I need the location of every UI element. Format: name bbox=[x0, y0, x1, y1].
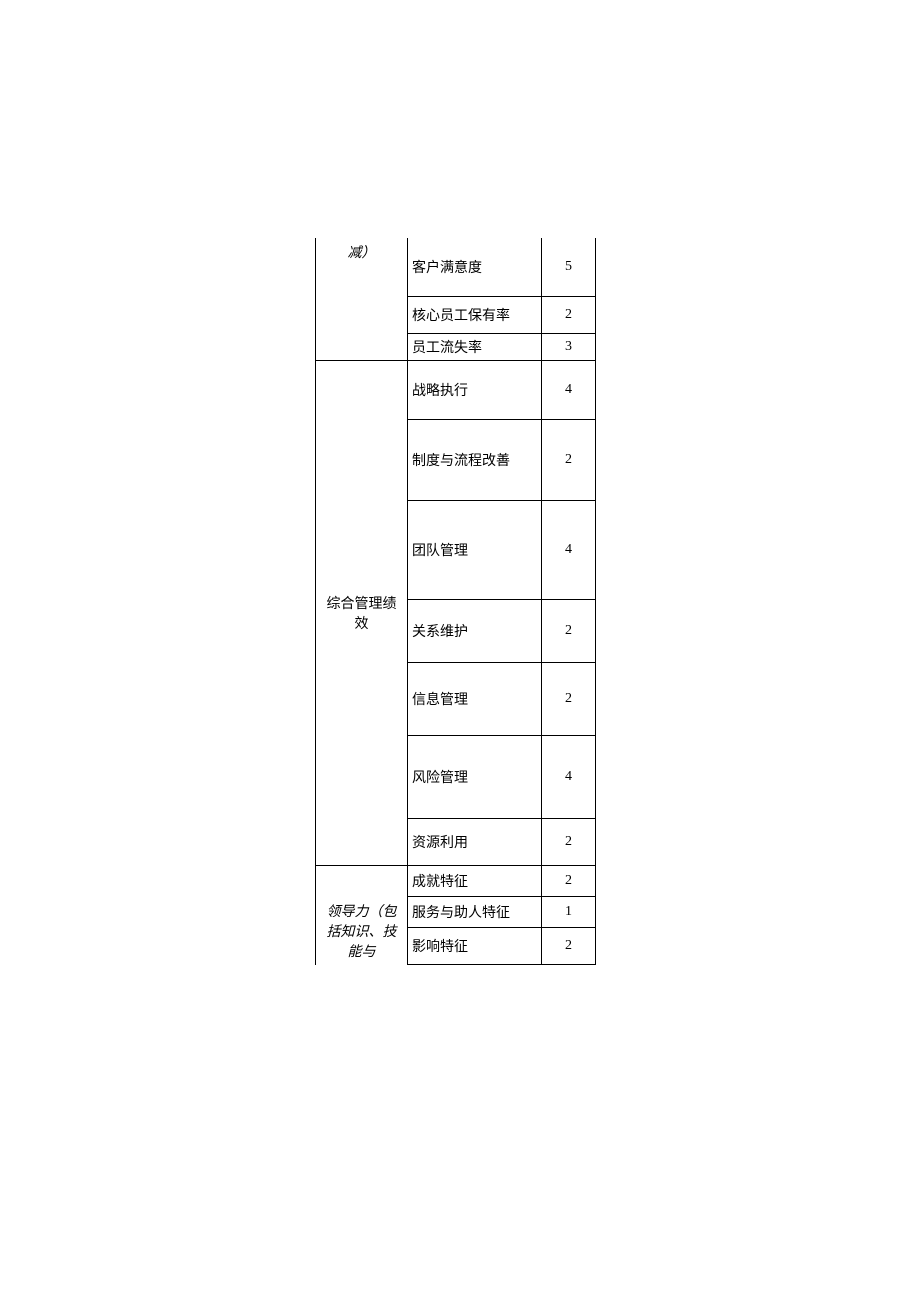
score-cell: 4 bbox=[542, 361, 596, 420]
category-cell: 减） bbox=[316, 238, 408, 361]
score-cell: 2 bbox=[542, 600, 596, 663]
category-cell: 综合管理绩效 bbox=[316, 361, 408, 866]
kpi-table: 减）客户满意度5核心员工保有率2员工流失率3综合管理绩效战略执行4制度与流程改善… bbox=[315, 238, 596, 965]
table-row: 减）客户满意度5 bbox=[316, 238, 596, 297]
score-cell: 2 bbox=[542, 819, 596, 866]
score-cell: 2 bbox=[542, 420, 596, 501]
item-cell: 员工流失率 bbox=[408, 334, 542, 361]
item-cell: 资源利用 bbox=[408, 819, 542, 866]
score-cell: 3 bbox=[542, 334, 596, 361]
table-row: 领导力（包括知识、技能与成就特征2 bbox=[316, 866, 596, 897]
item-cell: 客户满意度 bbox=[408, 238, 542, 297]
score-cell: 4 bbox=[542, 736, 596, 819]
table-row: 综合管理绩效战略执行4 bbox=[316, 361, 596, 420]
item-cell: 核心员工保有率 bbox=[408, 297, 542, 334]
category-label: 减） bbox=[320, 242, 403, 262]
score-cell: 4 bbox=[542, 501, 596, 600]
item-cell: 战略执行 bbox=[408, 361, 542, 420]
item-cell: 影响特征 bbox=[408, 928, 542, 965]
score-cell: 2 bbox=[542, 663, 596, 736]
category-label: 领导力（包括知识、技能与 bbox=[320, 901, 403, 961]
score-cell: 2 bbox=[542, 866, 596, 897]
score-cell: 2 bbox=[542, 928, 596, 965]
score-cell: 1 bbox=[542, 897, 596, 928]
item-cell: 成就特征 bbox=[408, 866, 542, 897]
kpi-table-body: 减）客户满意度5核心员工保有率2员工流失率3综合管理绩效战略执行4制度与流程改善… bbox=[316, 238, 596, 965]
item-cell: 信息管理 bbox=[408, 663, 542, 736]
item-cell: 团队管理 bbox=[408, 501, 542, 600]
item-cell: 服务与助人特征 bbox=[408, 897, 542, 928]
score-cell: 5 bbox=[542, 238, 596, 297]
category-label: 综合管理绩效 bbox=[320, 593, 403, 633]
item-cell: 风险管理 bbox=[408, 736, 542, 819]
item-cell: 制度与流程改善 bbox=[408, 420, 542, 501]
item-cell: 关系维护 bbox=[408, 600, 542, 663]
category-cell: 领导力（包括知识、技能与 bbox=[316, 866, 408, 965]
document-page: 减）客户满意度5核心员工保有率2员工流失率3综合管理绩效战略执行4制度与流程改善… bbox=[0, 0, 920, 1301]
score-cell: 2 bbox=[542, 297, 596, 334]
